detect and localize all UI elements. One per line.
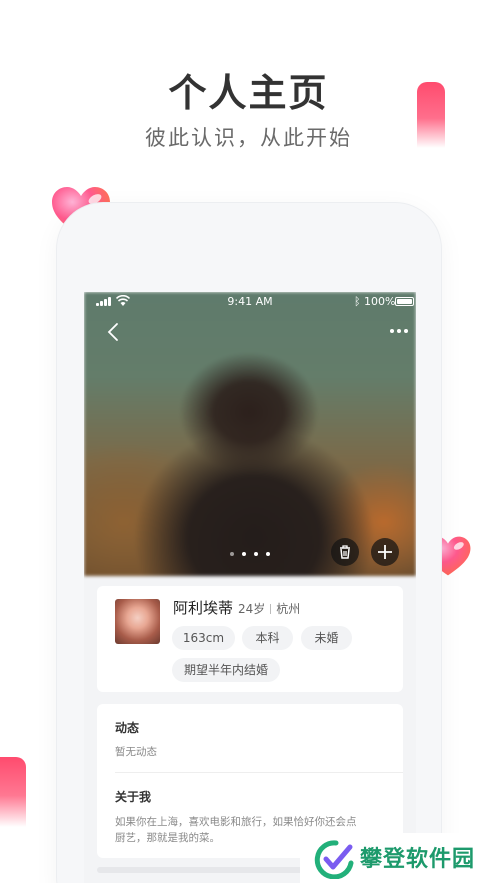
tag-marital-status: 未婚 — [301, 626, 352, 650]
profile-photo[interactable] — [84, 292, 416, 576]
moments-body: 暂无动态 — [115, 746, 157, 758]
moments-title: 动态 — [115, 721, 140, 735]
about-title: 关于我 — [115, 790, 152, 804]
battery-percent: 100% — [364, 295, 396, 308]
watermark: 攀登软件园 — [300, 833, 497, 883]
divider — [270, 604, 272, 614]
about-body-line-2: 厨艺，那就是我的菜。 — [115, 832, 220, 844]
decorative-ribbon — [0, 757, 26, 827]
back-icon[interactable] — [104, 322, 124, 342]
profile-name: 阿利埃蒂 — [173, 599, 234, 617]
tag-height: 163cm — [172, 626, 235, 650]
tag-education: 本科 — [242, 626, 293, 650]
avatar[interactable] — [115, 599, 160, 644]
plus-icon — [378, 545, 392, 559]
section-divider — [115, 772, 403, 773]
bluetooth-icon: ᛒ — [354, 295, 361, 308]
decorative-ribbon — [417, 82, 445, 148]
status-bar: 9:41 AM ᛒ 100% — [84, 292, 416, 312]
more-options-icon[interactable] — [389, 324, 409, 336]
watermark-text: 攀登软件园 — [360, 847, 476, 872]
watermark-logo-icon — [314, 840, 354, 879]
trash-icon — [340, 545, 350, 559]
profile-screen: 9:41 AM ᛒ 100% 阿利埃蒂 24岁 杭州 163cm 本科 未婚 期… — [84, 292, 416, 883]
profile-card: 阿利埃蒂 24岁 杭州 163cm 本科 未婚 期望半年内结婚 — [97, 586, 403, 692]
profile-age: 24岁 — [238, 602, 266, 616]
add-photo-button[interactable] — [371, 538, 399, 566]
battery-icon — [395, 297, 414, 306]
tag-marriage-plan: 期望半年内结婚 — [172, 658, 280, 682]
profile-city: 杭州 — [276, 602, 301, 616]
about-body-line-1: 如果你在上海，喜欢电影和旅行，如果恰好你还会点 — [115, 816, 357, 828]
profile-age-city: 24岁 杭州 — [238, 600, 300, 617]
photo-page-indicator — [230, 552, 270, 558]
delete-photo-button[interactable] — [331, 538, 359, 566]
